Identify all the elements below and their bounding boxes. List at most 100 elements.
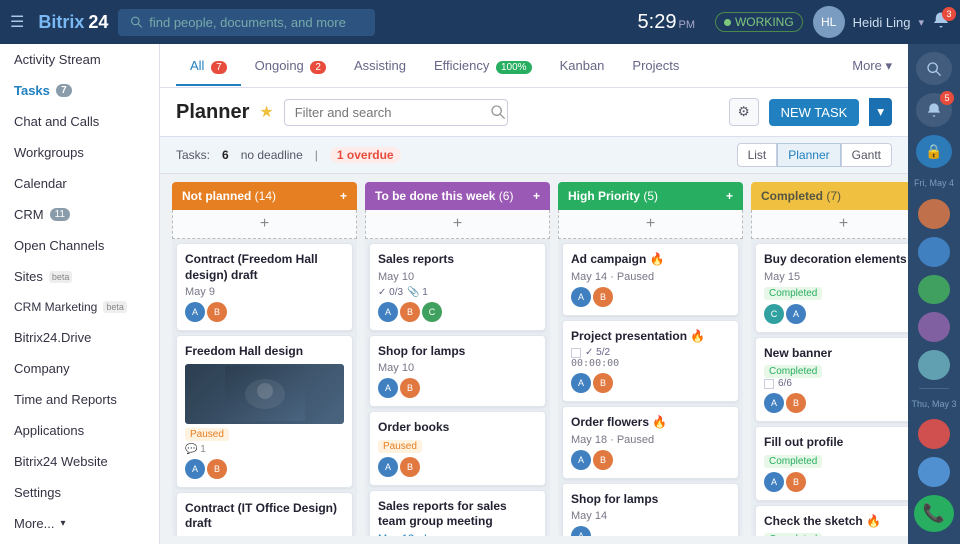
tab-ongoing[interactable]: Ongoing 2 (241, 46, 340, 86)
avatar: B (400, 302, 420, 322)
avatar: A (764, 393, 784, 413)
card-new-banner[interactable]: New banner Completed 6/6 A B (755, 337, 908, 423)
avatar: A (185, 302, 205, 322)
tab-all[interactable]: All 7 (176, 46, 241, 86)
avatar: C (422, 302, 442, 322)
hamburger-icon[interactable]: ☰ (10, 12, 24, 32)
avatar: B (786, 472, 806, 492)
rs-avatar-5 (918, 350, 950, 380)
card-project-presentation[interactable]: Project presentation 🔥 ✓ 5/2 00:00:00 A … (562, 320, 739, 403)
col-add-this-week[interactable]: + (365, 210, 550, 239)
card-shop-lamps-priority[interactable]: Shop for lamps May 14 A (562, 483, 739, 536)
working-status[interactable]: WORKING (715, 12, 803, 32)
tab-assisting[interactable]: Assisting (340, 46, 420, 85)
card-buy-decoration[interactable]: Buy decoration elements May 15 Completed… (755, 243, 908, 333)
list-view-btn[interactable]: List (737, 143, 778, 167)
col-header-high-priority: High Priority (5) + (558, 182, 743, 210)
planner-view-btn[interactable]: Planner (777, 143, 840, 167)
tabs-more-btn[interactable]: More ▾ (852, 58, 892, 74)
card-fill-out-profile[interactable]: Fill out profile Completed A B (755, 426, 908, 501)
sidebar-item-more[interactable]: More... ▾ (0, 508, 159, 539)
card-shop-lamps-week[interactable]: Shop for lamps May 10 A B (369, 335, 546, 408)
sidebar-item-website[interactable]: Bitrix24 Website (0, 446, 159, 477)
avatar: C (764, 304, 784, 324)
col-header-completed: Completed (7) + (751, 182, 908, 210)
user-dropdown-icon[interactable]: ▾ (918, 16, 924, 29)
sidebar-item-activity-stream[interactable]: Activity Stream (0, 44, 159, 75)
col-add-high-priority[interactable]: + (558, 210, 743, 239)
rs-date-thu: Thu, May 3 (909, 397, 958, 412)
rs-avatar-4 (918, 312, 950, 342)
card-ad-campaign[interactable]: Ad campaign 🔥 May 14 · Paused A B (562, 243, 739, 316)
col-add-completed[interactable]: + (751, 210, 908, 239)
sidebar-item-sites[interactable]: Sites beta (0, 261, 159, 292)
sidebar-item-crm-marketing[interactable]: CRM Marketing beta (0, 292, 159, 322)
favorite-star-icon[interactable]: ★ (259, 102, 273, 122)
search-icon (130, 15, 143, 29)
sidebar: Activity Stream Tasks 7 Chat and Calls W… (0, 44, 160, 544)
sidebar-item-tasks[interactable]: Tasks 7 (0, 75, 159, 106)
avatar: A (764, 472, 784, 492)
sidebar-item-workgroups[interactable]: Workgroups (0, 137, 159, 168)
rs-search-btn[interactable] (916, 52, 952, 85)
task-meta-bar: Tasks: 6 no deadline | 1 overdue List Pl… (160, 137, 908, 174)
col-not-planned: Not planned (14) + + Contract (Freedom H… (172, 182, 357, 536)
col-cards-high-priority: Ad campaign 🔥 May 14 · Paused A B Projec… (558, 239, 743, 536)
card-order-books[interactable]: Order books Paused A B (369, 411, 546, 486)
card-check-sketch[interactable]: Check the sketch 🔥 Completed 4/4 A B (755, 505, 908, 536)
user-avatar[interactable]: HL (813, 6, 845, 38)
card-contract-it[interactable]: Contract (IT Office Design) draft May 17… (176, 492, 353, 536)
avatar: B (207, 459, 227, 479)
sidebar-item-applications[interactable]: Applications (0, 415, 159, 446)
main-content: All 7 Ongoing 2 Assisting Efficiency 100… (160, 44, 908, 544)
avatar: A (571, 526, 591, 536)
filter-search-icon (490, 104, 506, 120)
tab-projects[interactable]: Projects (618, 46, 693, 85)
sidebar-item-calendar[interactable]: Calendar (0, 168, 159, 199)
new-task-button[interactable]: NEW TASK (769, 99, 860, 126)
card-order-flowers[interactable]: Order flowers 🔥 May 18 · Paused A B (562, 406, 739, 479)
rs-avatar-2 (918, 237, 950, 267)
avatar: A (571, 373, 591, 393)
sidebar-item-open-channels[interactable]: Open Channels (0, 230, 159, 261)
rs-notif-btn[interactable]: 5 (916, 93, 952, 126)
sidebar-item-company[interactable]: Company (0, 353, 159, 384)
col-header-this-week: To be done this week (6) + (365, 182, 550, 210)
gantt-view-btn[interactable]: Gantt (841, 143, 892, 167)
card-sales-meeting[interactable]: Sales reports for sales team group meeti… (369, 490, 546, 536)
planner-settings-btn[interactable]: ⚙ (729, 98, 759, 126)
avatar: A (786, 304, 806, 324)
rs-avatar-6 (918, 419, 950, 449)
sidebar-item-chat[interactable]: Chat and Calls (0, 106, 159, 137)
avatar: B (400, 457, 420, 477)
avatar: B (400, 378, 420, 398)
tab-efficiency-badge: 100% (496, 61, 532, 74)
working-dot-icon (724, 19, 731, 26)
avatar: B (593, 287, 613, 307)
tab-efficiency[interactable]: Efficiency 100% (420, 46, 546, 86)
sidebar-item-reports[interactable]: Time and Reports (0, 384, 159, 415)
search-input[interactable] (149, 15, 363, 30)
rs-lock-btn[interactable]: 🔒 (916, 135, 952, 168)
new-task-dropdown-btn[interactable]: ▾ (869, 98, 892, 126)
view-toggle: List Planner Gantt (737, 143, 892, 167)
search-bar[interactable] (118, 9, 375, 36)
card-contract-freedom[interactable]: Contract (Freedom Hall design) draft May… (176, 243, 353, 331)
phone-button[interactable]: 📞 (914, 495, 954, 532)
col-add-not-planned[interactable]: + (172, 210, 357, 239)
sidebar-item-crm[interactable]: CRM 11 (0, 199, 159, 230)
card-freedom-hall-design[interactable]: Freedom Hall design Paused 💬 1 A B (176, 335, 353, 488)
col-this-week: To be done this week (6) + + Sales repor… (365, 182, 550, 536)
sidebar-item-drive[interactable]: Bitrix24.Drive (0, 322, 159, 353)
avatar: B (207, 302, 227, 322)
col-cards-completed: Buy decoration elements May 15 Completed… (751, 239, 908, 536)
notifications-button[interactable]: 3 (932, 11, 950, 34)
card-image (185, 364, 344, 424)
tab-kanban[interactable]: Kanban (546, 46, 619, 85)
sidebar-item-settings[interactable]: Settings (0, 477, 159, 508)
main-layout: Activity Stream Tasks 7 Chat and Calls W… (0, 44, 960, 544)
avatar: A (571, 450, 591, 470)
filter-search-input[interactable] (284, 99, 508, 126)
right-sidebar: 5 🔒 Fri, May 4 Thu, May 3 📞 (908, 44, 960, 544)
card-sales-reports[interactable]: Sales reports May 10 ✓ 0/3 📎 1 A B C (369, 243, 546, 331)
